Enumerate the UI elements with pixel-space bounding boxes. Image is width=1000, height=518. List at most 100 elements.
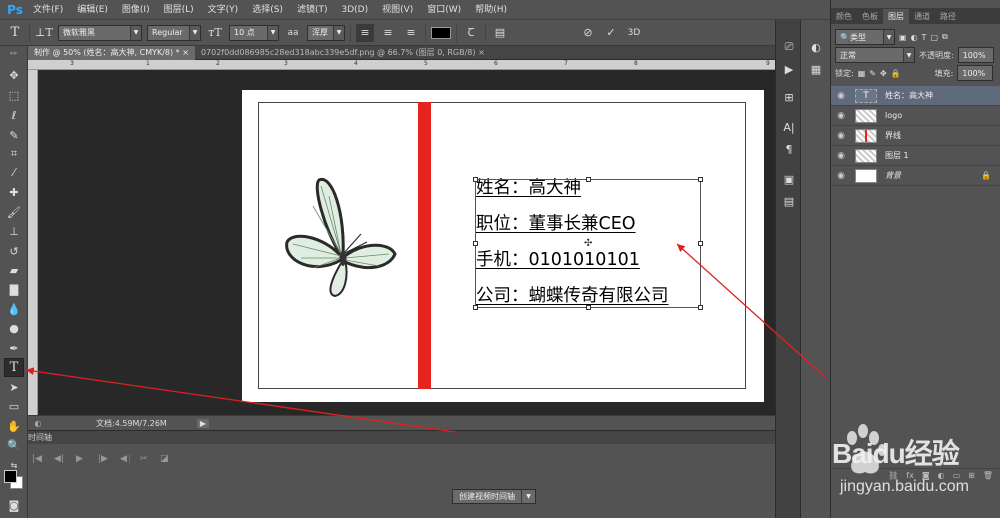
toolbox-grip-icon[interactable]: ▸▸ <box>4 48 24 58</box>
blur-tool-icon[interactable]: 💧 <box>4 300 24 319</box>
lock-pixels-icon[interactable]: ✎ <box>869 69 876 78</box>
delete-layer-icon[interactable]: 🗑 <box>983 471 993 480</box>
menu-3d[interactable]: 3D(D) <box>334 0 375 20</box>
layer-row-layer1[interactable]: ◉ 图层 1 <box>831 146 1000 166</box>
visibility-eye-icon[interactable]: ◉ <box>831 151 851 161</box>
layer-row-background[interactable]: ◉ 背景 🔒 <box>831 166 1000 186</box>
tab-color[interactable]: 颜色 <box>831 9 857 24</box>
menu-select[interactable]: 选择(S) <box>245 0 290 20</box>
layer-style-icon[interactable]: fx <box>906 471 914 480</box>
text-color-swatch[interactable] <box>431 26 451 39</box>
eyedropper-tool-icon[interactable]: ⁄ <box>4 163 24 182</box>
text-bounding-box[interactable]: ✣ <box>473 177 703 310</box>
eraser-tool-icon[interactable]: ▰ <box>4 261 24 280</box>
type-tool-preset-icon[interactable]: T <box>6 24 24 42</box>
link-layers-icon[interactable]: ⛓ <box>888 471 898 480</box>
text-orientation-icon[interactable]: ⊥T <box>35 24 53 42</box>
tab-swatches[interactable]: 色板 <box>857 9 883 24</box>
new-group-icon[interactable]: ▭ <box>953 471 961 480</box>
menu-edit[interactable]: 编辑(E) <box>70 0 115 20</box>
document-tab[interactable]: 0702f0dd086985c28ed318abc339e5df.png @ 6… <box>195 46 491 60</box>
opacity-input[interactable]: 100% <box>957 47 994 63</box>
font-size-select[interactable]: 10 点 ▼ <box>229 24 279 41</box>
transition-icon[interactable]: ◪ <box>160 454 169 464</box>
adjustments-panel-icon[interactable]: ◐ <box>807 38 825 56</box>
close-icon[interactable]: × <box>182 48 189 57</box>
layer-row-name-text[interactable]: ◉ T 姓名：高大神 <box>831 86 1000 106</box>
filter-pixel-icon[interactable]: ▣ <box>899 33 907 42</box>
history-panel-icon[interactable]: ⎚ <box>780 38 798 56</box>
zoom-menu-icon[interactable]: ◐ <box>28 419 48 428</box>
filter-type-icon[interactable]: T <box>922 33 927 42</box>
transform-handle[interactable] <box>698 305 703 310</box>
align-left-icon[interactable]: ≡ <box>356 23 374 42</box>
lasso-tool-icon[interactable]: ℓ <box>4 106 24 125</box>
tab-layers[interactable]: 图层 <box>883 9 909 24</box>
menu-layer[interactable]: 图层(L) <box>157 0 201 20</box>
prev-frame-icon[interactable]: ◀| <box>54 454 64 464</box>
menu-filter[interactable]: 滤镜(T) <box>290 0 335 20</box>
clone-stamp-tool-icon[interactable]: ⊥ <box>4 222 24 241</box>
menu-type[interactable]: 文字(Y) <box>201 0 246 20</box>
filter-smart-icon[interactable]: ⧉ <box>942 32 948 42</box>
type-tool-icon[interactable]: T <box>4 358 24 377</box>
font-style-select[interactable]: Regular ▼ <box>147 24 201 41</box>
warp-text-icon[interactable]: Ꞇ <box>462 24 480 42</box>
3d-label[interactable]: 3D <box>625 24 643 42</box>
align-center-icon[interactable]: ≡ <box>379 24 397 42</box>
document-tab-active[interactable]: 制作 @ 50% (姓名：高大神, CMYK/8) * × <box>28 45 195 60</box>
close-icon[interactable]: × <box>478 48 485 57</box>
transform-handle[interactable] <box>473 177 478 182</box>
antialias-select[interactable]: 浑厚 ▼ <box>307 24 345 41</box>
crop-tool-icon[interactable]: ⌗ <box>4 144 24 163</box>
new-layer-icon[interactable]: ⊞ <box>968 471 975 480</box>
blend-mode-select[interactable]: 正常 ▼ <box>835 47 915 63</box>
paragraph-panel-icon[interactable]: ¶ <box>780 140 798 158</box>
character-panel-icon[interactable]: A| <box>780 118 798 136</box>
quick-mask-icon[interactable]: ◙ <box>4 496 24 515</box>
split-scissors-icon[interactable]: ✂ <box>140 454 148 464</box>
cancel-icon[interactable]: ⊘ <box>579 24 597 42</box>
menu-view[interactable]: 视图(V) <box>375 0 420 20</box>
transform-handle[interactable] <box>473 241 478 246</box>
transform-handle[interactable] <box>473 305 478 310</box>
foreground-color-swatch[interactable] <box>4 470 17 483</box>
styles-panel-icon[interactable]: ▦ <box>807 60 825 78</box>
quick-select-tool-icon[interactable]: ✎ <box>4 126 24 145</box>
zoom-tool-icon[interactable]: 🔍 <box>4 436 24 455</box>
marquee-tool-icon[interactable]: ⬚ <box>4 86 24 105</box>
add-mask-icon[interactable]: ◙ <box>922 471 930 480</box>
visibility-eye-icon[interactable]: ◉ <box>831 171 851 181</box>
commit-check-icon[interactable]: ✓ <box>602 24 620 42</box>
play-icon[interactable]: ▶ <box>76 454 83 464</box>
brush-tool-icon[interactable]: 🖌 <box>4 203 24 222</box>
menu-file[interactable]: 文件(F) <box>26 0 70 20</box>
visibility-eye-icon[interactable]: ◉ <box>831 111 851 121</box>
transform-handle[interactable] <box>698 177 703 182</box>
move-tool-icon[interactable]: ✥ <box>4 66 24 85</box>
character-panel-icon[interactable]: ▤ <box>491 24 509 42</box>
chevron-down-icon[interactable]: ▼ <box>521 490 535 503</box>
transform-handle[interactable] <box>698 241 703 246</box>
next-frame-icon[interactable]: |▶ <box>98 454 108 464</box>
create-video-timeline-button[interactable]: 创建视频时间轴 ▼ <box>452 489 536 504</box>
gradient-tool-icon[interactable]: ▇ <box>4 280 24 299</box>
status-menu-arrow-icon[interactable]: ▶ <box>196 418 209 428</box>
menu-image[interactable]: 图像(I) <box>115 0 157 20</box>
transform-handle[interactable] <box>586 305 591 310</box>
tab-paths[interactable]: 路径 <box>935 9 961 24</box>
vertical-ruler[interactable] <box>28 70 38 415</box>
first-frame-icon[interactable]: |◀ <box>32 454 42 464</box>
transform-handle[interactable] <box>586 177 591 182</box>
properties-panel-icon[interactable]: ⊞ <box>780 88 798 106</box>
layer-row-boundary[interactable]: ◉ 界线 <box>831 126 1000 146</box>
actions-panel-icon[interactable]: ▶ <box>780 60 798 78</box>
lock-all-icon[interactable]: 🔒 <box>891 69 901 78</box>
adjustment-layer-icon[interactable]: ◐ <box>938 471 945 480</box>
align-right-icon[interactable]: ≡ <box>402 24 420 42</box>
visibility-eye-icon[interactable]: ◉ <box>831 131 851 141</box>
menu-help[interactable]: 帮助(H) <box>468 0 514 20</box>
path-selection-tool-icon[interactable]: ➤ <box>4 378 24 397</box>
font-family-select[interactable]: 微软雅黑 ▼ <box>58 24 142 41</box>
notes-panel-icon[interactable]: ▤ <box>780 192 798 210</box>
